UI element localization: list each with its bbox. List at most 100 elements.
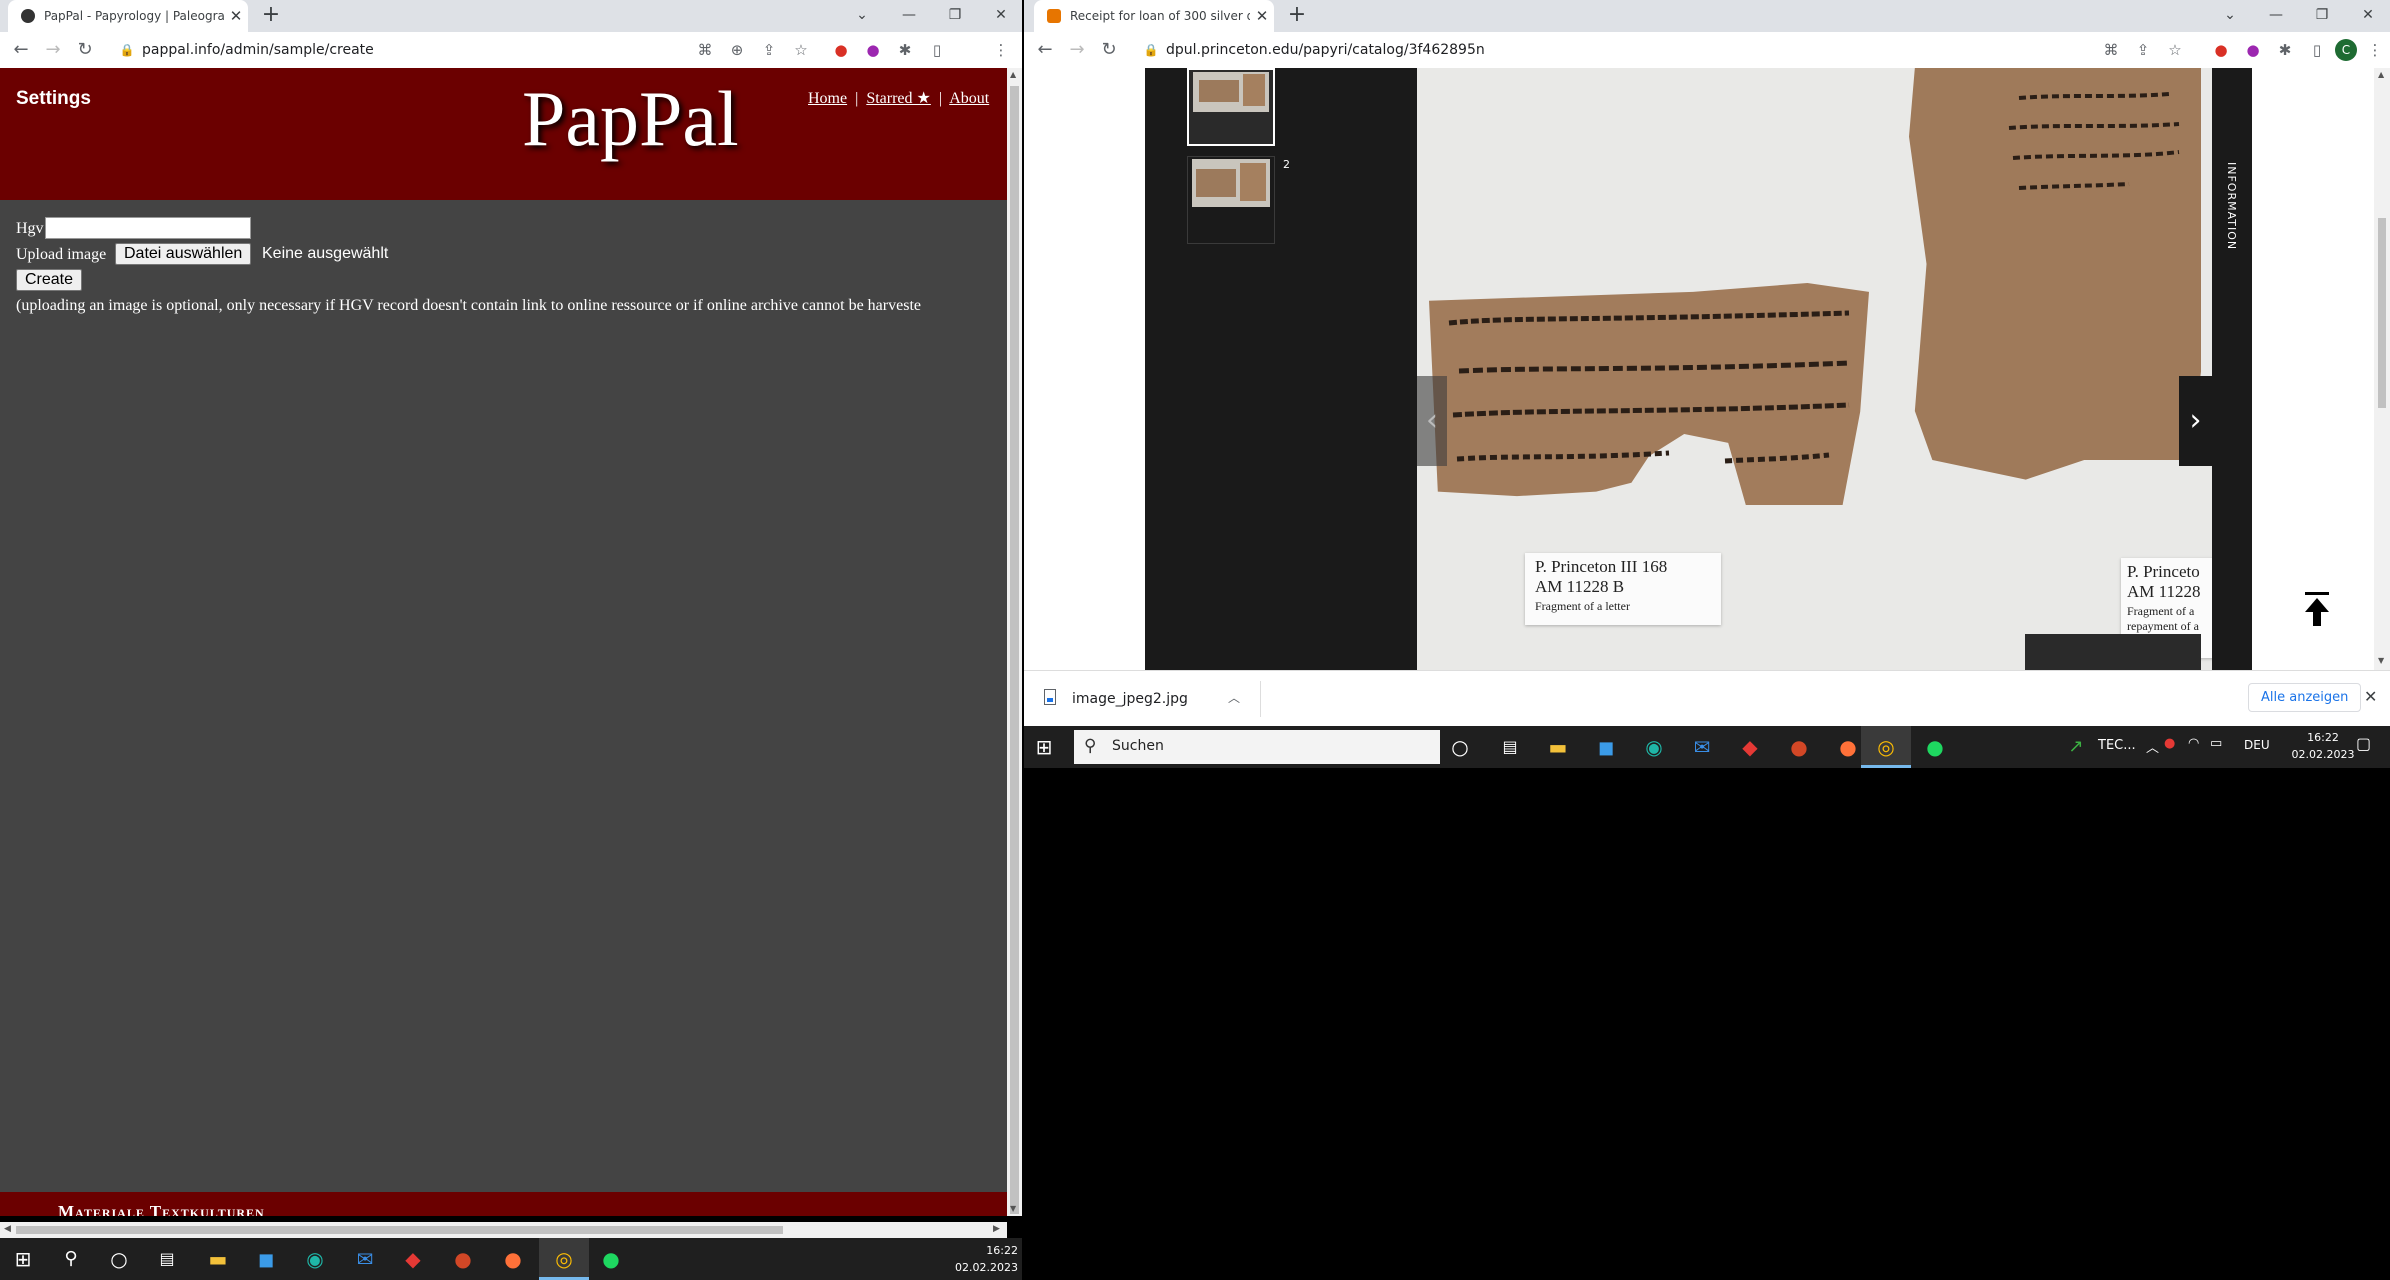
edge-icon[interactable]: ◉ xyxy=(299,1243,331,1275)
left-scroll-up-arrow[interactable]: ▲ xyxy=(1010,70,1016,79)
reload-icon[interactable]: ↻ xyxy=(70,32,100,68)
file-explorer-icon[interactable]: ▬ xyxy=(1542,731,1574,763)
left-scroll-thumb[interactable] xyxy=(1010,86,1019,1214)
profile-avatar[interactable]: C xyxy=(2335,39,2357,61)
secondary-clock-date[interactable]: 02.02.2023 xyxy=(2288,748,2358,761)
extension-purple-icon[interactable]: ● xyxy=(858,32,888,68)
right-scroll-down-arrow[interactable]: ▼ xyxy=(2378,656,2384,665)
side-panel-icon[interactable]: ▯ xyxy=(922,32,952,68)
main-clock-time[interactable]: 16:22 xyxy=(972,1244,1018,1257)
tab-search-icon[interactable]: ⌄ xyxy=(842,0,882,32)
left-horizontal-scrollbar[interactable]: ◀ ▶ xyxy=(0,1222,1007,1238)
download-filename[interactable]: image_jpeg2.jpg xyxy=(1072,691,1188,707)
nav-home[interactable]: Home xyxy=(808,90,847,107)
nav-about[interactable]: About xyxy=(949,90,989,107)
site-logo[interactable]: PapPal xyxy=(522,74,739,164)
right-scroll-thumb[interactable] xyxy=(2378,218,2386,408)
right-scroll-up-arrow[interactable]: ▲ xyxy=(2378,70,2384,79)
settings-link[interactable]: Settings xyxy=(16,88,91,110)
right-address-bar[interactable]: dpul.princeton.edu/papyri/catalog/3f4628… xyxy=(1166,32,1485,68)
extension-red-icon[interactable]: ● xyxy=(2206,32,2236,68)
papyrus-image-view[interactable]: P. Princeton III 168 AM 11228 B Fragment… xyxy=(1417,68,2212,670)
chrome-icon[interactable]: ◎ xyxy=(1870,731,1902,763)
share-icon[interactable]: ⇪ xyxy=(754,32,784,68)
information-tab[interactable]: INFORMATION xyxy=(2212,68,2252,670)
chrome-icon[interactable]: ◎ xyxy=(548,1243,580,1275)
store-icon[interactable]: ◼ xyxy=(250,1243,282,1275)
close-window-icon[interactable]: ✕ xyxy=(2348,0,2388,32)
powerpoint-icon[interactable]: ● xyxy=(1783,731,1815,763)
left-scroll-down-arrow[interactable]: ▼ xyxy=(1010,1204,1016,1213)
minimize-icon[interactable]: — xyxy=(889,0,929,32)
edge-icon[interactable]: ◉ xyxy=(1638,731,1670,763)
nav-starred[interactable]: Starred ★ xyxy=(866,90,931,107)
taskbar-search-box[interactable]: ⚲ Suchen xyxy=(1074,730,1440,764)
thumbnail-1[interactable] xyxy=(1187,68,1275,146)
firefox-icon[interactable]: ● xyxy=(497,1243,529,1275)
minimize-icon[interactable]: — xyxy=(2256,0,2296,32)
left-vertical-scrollbar[interactable]: ▲ ▼ xyxy=(1007,68,1022,1216)
choose-file-button[interactable]: Datei auswählen xyxy=(115,243,252,265)
right-vertical-scrollbar[interactable]: ▲ ▼ xyxy=(2374,68,2390,670)
left-hscroll-right-arrow[interactable]: ▶ xyxy=(993,1224,1000,1234)
acrobat-icon[interactable]: ◆ xyxy=(397,1243,429,1275)
firefox-icon[interactable]: ● xyxy=(1832,731,1864,763)
lock-icon[interactable]: 🔒 xyxy=(1136,32,1166,68)
spotify-icon[interactable]: ● xyxy=(1919,731,1951,763)
search-icon[interactable]: ⚲ xyxy=(55,1243,87,1275)
left-tab-pappal[interactable]: PapPal - Papyrology | Paleograph ✕ xyxy=(8,0,248,32)
viewer-next-button[interactable]: › xyxy=(2179,376,2212,466)
secondary-clock-time[interactable]: 16:22 xyxy=(2288,731,2358,744)
extensions-puzzle-icon[interactable]: ✱ xyxy=(890,32,920,68)
extension-purple-icon[interactable]: ● xyxy=(2238,32,2268,68)
windows-start-icon[interactable]: ⊞ xyxy=(7,1243,39,1275)
thumbnail-2[interactable] xyxy=(1187,156,1275,244)
left-address-bar[interactable]: pappal.info/admin/sample/create xyxy=(142,32,374,68)
back-icon[interactable]: ← xyxy=(1030,32,1060,68)
menu-kebab-icon[interactable]: ⋮ xyxy=(2360,32,2390,68)
extensions-puzzle-icon[interactable]: ✱ xyxy=(2270,32,2300,68)
notification-icon[interactable]: ▢ xyxy=(2356,734,2371,753)
menu-kebab-icon[interactable]: ⋮ xyxy=(986,32,1016,68)
restore-icon[interactable]: ❐ xyxy=(2302,0,2342,32)
left-hscroll-left-arrow[interactable]: ◀ xyxy=(4,1224,11,1234)
tray-security-icon[interactable]: ● xyxy=(2164,736,2175,751)
tray-chevron-icon[interactable]: ︿ xyxy=(2146,737,2159,756)
language-indicator[interactable]: DEU xyxy=(2244,738,2270,752)
viewer-prev-button[interactable]: ‹ xyxy=(1417,376,1447,466)
new-tab-button[interactable]: + xyxy=(1282,0,1312,32)
share-icon[interactable]: ⇪ xyxy=(2128,32,2158,68)
task-view-icon[interactable]: ▤ xyxy=(1494,731,1526,763)
file-explorer-icon[interactable]: ▬ xyxy=(202,1243,234,1275)
stock-chart-icon[interactable]: ↗ xyxy=(2060,731,2092,763)
mail-icon[interactable]: ✉ xyxy=(349,1243,381,1275)
bookmark-star-icon[interactable]: ☆ xyxy=(786,32,816,68)
right-tab-receipt[interactable]: Receipt for loan of 300 silver dra ✕ xyxy=(1034,0,1274,32)
spotify-icon[interactable]: ● xyxy=(595,1243,627,1275)
cortana-icon[interactable]: ○ xyxy=(103,1243,135,1275)
store-icon[interactable]: ◼ xyxy=(1590,731,1622,763)
download-bar-close-icon[interactable]: ✕ xyxy=(2364,687,2377,706)
forward-icon[interactable]: → xyxy=(1062,32,1092,68)
extension-red-icon[interactable]: ● xyxy=(826,32,856,68)
main-clock-date[interactable]: 02.02.2023 xyxy=(952,1261,1018,1274)
zoom-icon[interactable]: ⊕ xyxy=(722,32,752,68)
close-tab-icon[interactable]: ✕ xyxy=(224,7,248,25)
side-panel-icon[interactable]: ▯ xyxy=(2302,32,2332,68)
information-tab-label[interactable]: INFORMATION xyxy=(2225,162,2238,250)
windows-start-icon[interactable]: ⊞ xyxy=(1028,731,1060,763)
restore-icon[interactable]: ❐ xyxy=(935,0,975,32)
battery-icon[interactable]: ▭ xyxy=(2210,736,2222,751)
back-icon[interactable]: ← xyxy=(6,32,36,68)
new-tab-button[interactable]: + xyxy=(256,0,286,32)
translate-icon[interactable]: ⌘ xyxy=(690,32,720,68)
reload-icon[interactable]: ↻ xyxy=(1094,32,1124,68)
lock-icon[interactable]: 🔒 xyxy=(112,32,142,68)
close-tab-icon[interactable]: ✕ xyxy=(1250,7,1274,25)
mail-icon[interactable]: ✉ xyxy=(1686,731,1718,763)
bookmark-star-icon[interactable]: ☆ xyxy=(2160,32,2190,68)
forward-icon[interactable]: → xyxy=(38,32,68,68)
translate-icon[interactable]: ⌘ xyxy=(2096,32,2126,68)
tab-search-icon[interactable]: ⌄ xyxy=(2210,0,2250,32)
wifi-icon[interactable]: ◠ xyxy=(2188,736,2199,751)
